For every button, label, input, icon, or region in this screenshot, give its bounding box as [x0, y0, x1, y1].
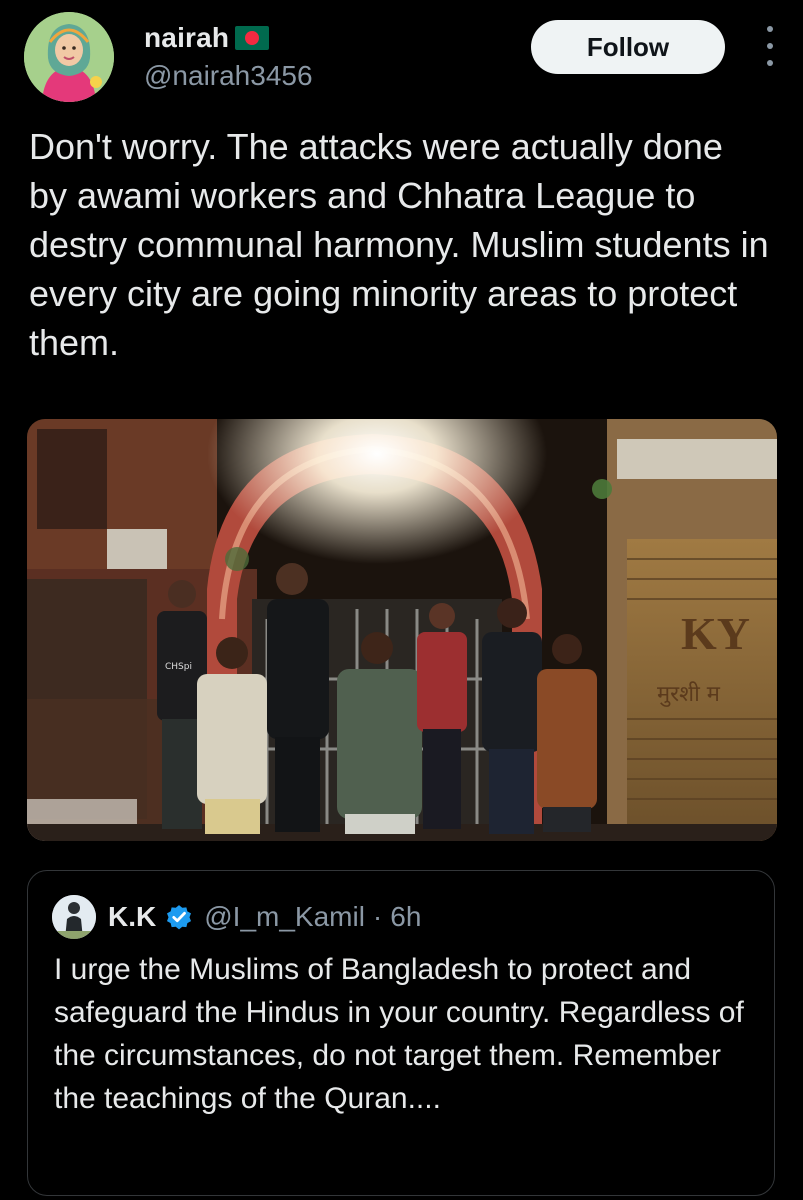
shirt-text: CHSpi: [165, 662, 192, 672]
quoted-author-avatar[interactable]: [52, 895, 96, 939]
verified-badge-icon: [167, 905, 192, 930]
shop-sign-script: मुरशी म: [657, 681, 721, 707]
quoted-avatar-illustration: [52, 895, 96, 939]
more-options-icon[interactable]: [763, 26, 777, 66]
quoted-author-name[interactable]: K.K: [108, 901, 156, 933]
timestamp-separator: ·: [372, 901, 383, 932]
tweet-photo[interactable]: KY मुरशी म CHSpi: [27, 419, 777, 841]
more-dot: [767, 26, 773, 32]
tweet-text: Don't worry. The attacks were actually d…: [29, 126, 769, 363]
bangladesh-flag-icon: [235, 26, 270, 50]
photo-scene: KY मुरशी म CHSpi: [27, 419, 777, 841]
quoted-tweet[interactable]: K.K @I_m_Kamil · 6h I urge the Muslims o…: [27, 870, 775, 1196]
author-display-name[interactable]: nairah: [144, 22, 229, 54]
display-name-row: nairah: [144, 22, 313, 54]
author-names: nairah @nairah3456: [144, 22, 313, 92]
quoted-author-handle[interactable]: @I_m_Kamil: [204, 901, 365, 933]
follow-button[interactable]: Follow: [531, 20, 725, 74]
more-dot: [767, 43, 773, 49]
more-dot: [767, 60, 773, 66]
author-handle[interactable]: @nairah3456: [144, 60, 313, 92]
author-avatar-illustration: [24, 12, 114, 102]
author-avatar[interactable]: [24, 12, 114, 102]
quoted-tweet-header: K.K @I_m_Kamil · 6h: [52, 895, 421, 939]
shop-sign-letters: KY: [681, 608, 750, 659]
tweet-header: nairah @nairah3456 Follow: [24, 12, 779, 106]
quoted-tweet-time[interactable]: 6h: [390, 901, 421, 933]
quoted-tweet-text: I urge the Muslims of Bangladesh to prot…: [54, 953, 744, 1115]
